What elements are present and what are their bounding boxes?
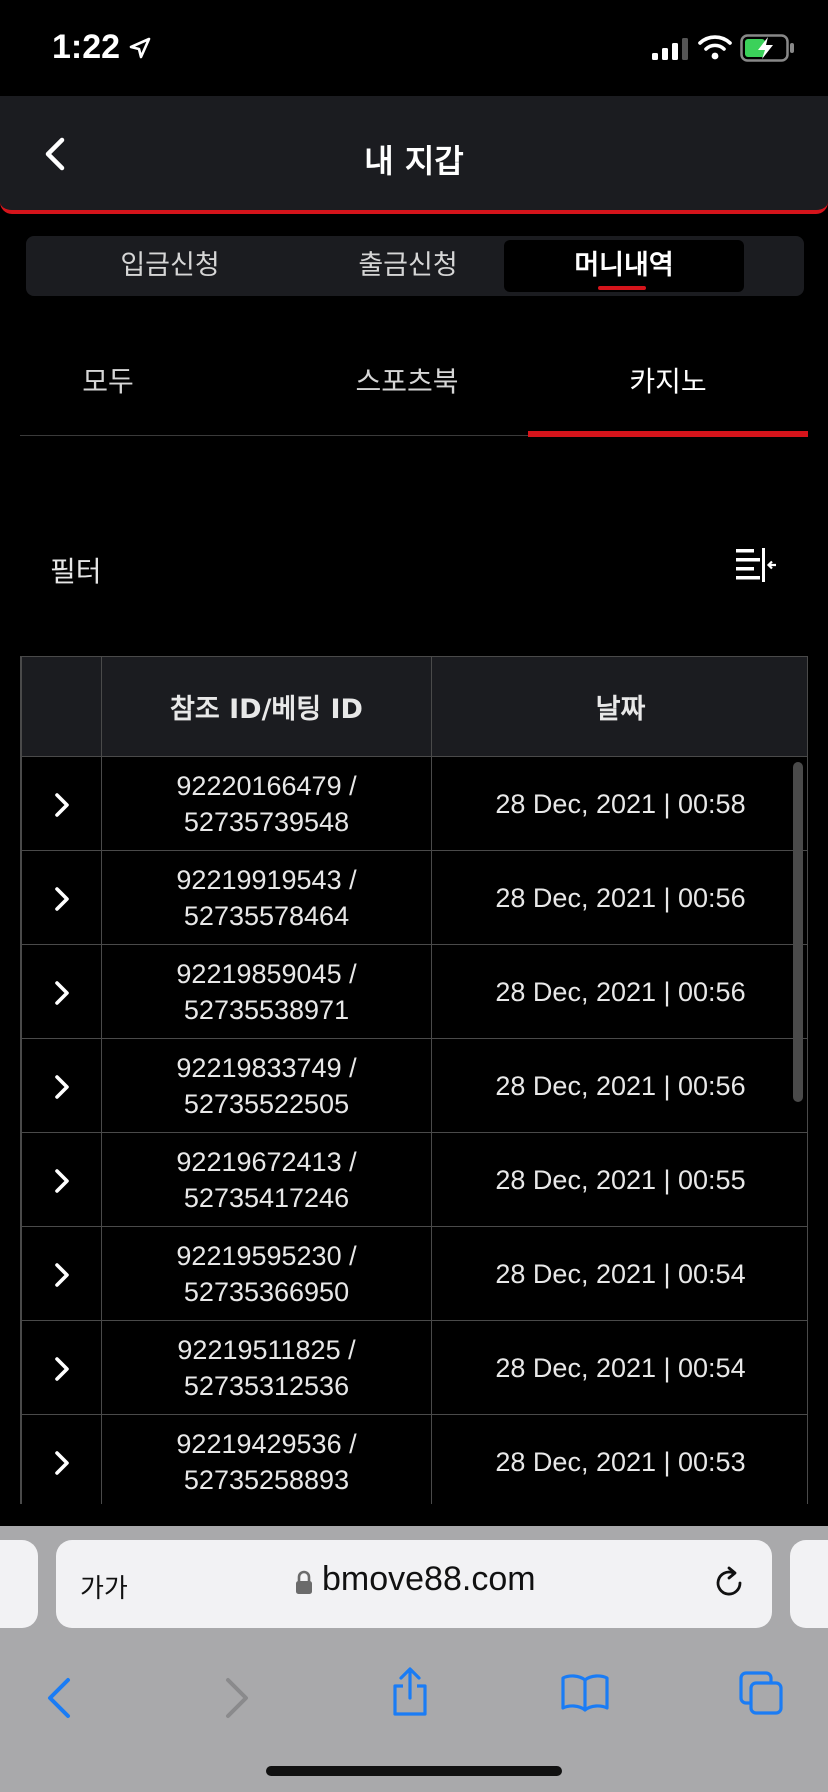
chevron-right-icon[interactable] [52, 790, 72, 820]
tab-deposit-request[interactable]: 입금신청 [50, 240, 290, 292]
ref-bet-id-cell: 92219511825 / 52735312536 [101, 1320, 432, 1415]
table-header-row: 참조 ID/베팅 ID 날짜 [21, 656, 807, 757]
app-header: 내 지갑 [0, 96, 828, 214]
bet-id: 52735258893 [183, 1464, 350, 1495]
text-size-button[interactable]: 가가 [80, 1568, 128, 1605]
history-table: 참조 ID/베팅 ID 날짜 92220166479 / 52735739548 2… [21, 656, 807, 1504]
date-cell: 28 Dec, 2021 | 00:54 [431, 1320, 807, 1415]
share-icon[interactable] [390, 1666, 430, 1718]
url-text: bmove88.com [322, 1560, 536, 1598]
table-row[interactable]: 92219511825 / 52735312536 28 Dec, 2021 | 0… [21, 1320, 807, 1415]
bet-id: 52735739548 [183, 806, 350, 837]
ref-id: 92219429536 / [176, 1428, 357, 1459]
tab-money-history-label: 머니내역 [574, 250, 674, 281]
tab-sportsbook[interactable]: 스포츠북 [276, 360, 538, 400]
wifi-icon [698, 35, 732, 60]
chevron-right-icon[interactable] [52, 978, 72, 1008]
address-bar[interactable]: 가가 bmove88.com [56, 1540, 772, 1628]
reload-icon[interactable] [710, 1564, 748, 1602]
column-header-date: 날짜 [431, 656, 807, 757]
bet-id: 52735578464 [183, 900, 350, 931]
status-bar: 1:22 [0, 0, 828, 96]
date-cell: 28 Dec, 2021 | 00:58 [431, 756, 807, 851]
bet-id: 52735538971 [183, 994, 350, 1025]
bet-id: 52735417246 [183, 1182, 350, 1213]
tabs-icon[interactable] [738, 1670, 784, 1716]
location-arrow-icon [129, 37, 151, 59]
chevron-right-icon[interactable] [52, 1354, 72, 1384]
previous-tab-peek[interactable] [0, 1540, 38, 1628]
table-row[interactable]: 92219429536 / 52735258893 28 Dec, 2021 | 0… [21, 1414, 807, 1504]
ref-bet-id-cell: 92219919543 / 52735578464 [101, 850, 432, 945]
ref-id: 92219595230 / [176, 1240, 357, 1271]
active-subtab-indicator [528, 431, 808, 437]
row-expand-cell[interactable] [21, 1038, 102, 1133]
table-row[interactable]: 92219833749 / 52735522505 28 Dec, 2021 | 0… [21, 1038, 807, 1133]
table-row[interactable]: 92220166479 / 52735739548 28 Dec, 2021 | 0… [21, 756, 807, 851]
tab-money-history[interactable]: 머니내역 [504, 240, 744, 292]
ref-id: 92219833749 / [176, 1052, 357, 1083]
active-tab-indicator [598, 286, 646, 290]
chevron-right-icon[interactable] [52, 1072, 72, 1102]
ref-bet-id-cell: 92219672413 / 52735417246 [101, 1132, 432, 1227]
row-expand-cell[interactable] [21, 756, 102, 851]
bet-id: 52735312536 [183, 1370, 350, 1401]
ref-id: 92220166479 / [176, 770, 357, 801]
browser-nav-row [0, 1656, 828, 1746]
home-indicator[interactable] [266, 1766, 562, 1776]
next-tab-peek[interactable] [790, 1540, 828, 1628]
filter-collapse-icon[interactable] [734, 546, 778, 584]
cellular-signal-icon [652, 38, 688, 60]
ref-bet-id-cell: 92219429536 / 52735258893 [101, 1414, 432, 1504]
browser-toolbar: 가가 bmove88.com [0, 1526, 828, 1792]
date-cell: 28 Dec, 2021 | 00:53 [431, 1414, 807, 1504]
date-cell: 28 Dec, 2021 | 00:55 [431, 1132, 807, 1227]
page-title: 내 지갑 [364, 142, 464, 180]
ref-id: 92219511825 / [177, 1334, 356, 1365]
row-expand-cell[interactable] [21, 944, 102, 1039]
battery-charging-icon [740, 34, 794, 62]
chevron-right-icon[interactable] [52, 1166, 72, 1196]
row-expand-cell[interactable] [21, 1320, 102, 1415]
bet-id: 52735366950 [183, 1276, 350, 1307]
date-cell: 28 Dec, 2021 | 00:56 [431, 944, 807, 1039]
chevron-right-icon[interactable] [52, 1448, 72, 1478]
browser-forward-icon[interactable] [222, 1676, 252, 1720]
ref-bet-id-cell: 92219595230 / 52735366950 [101, 1226, 432, 1321]
ref-bet-id-cell: 92220166479 / 52735739548 [101, 756, 432, 851]
date-cell: 28 Dec, 2021 | 00:54 [431, 1226, 807, 1321]
table-row[interactable]: 92219672413 / 52735417246 28 Dec, 2021 | 0… [21, 1132, 807, 1227]
wallet-tab-bar: 입금신청 출금신청 머니내역 [26, 236, 804, 296]
date-cell: 28 Dec, 2021 | 00:56 [431, 1038, 807, 1133]
chevron-right-icon[interactable] [52, 1260, 72, 1290]
row-expand-cell[interactable] [21, 1132, 102, 1227]
category-tab-bar: 모두 스포츠북 카지노 [20, 330, 808, 437]
browser-back-icon[interactable] [44, 1676, 74, 1720]
chevron-right-icon[interactable] [52, 884, 72, 914]
row-expand-cell[interactable] [21, 1414, 102, 1504]
status-time: 1:22 [52, 28, 121, 66]
tab-casino[interactable]: 카지노 [528, 360, 808, 400]
row-expand-cell[interactable] [21, 1226, 102, 1321]
table-row[interactable]: 92219595230 / 52735366950 28 Dec, 2021 | 0… [21, 1226, 807, 1321]
ref-bet-id-cell: 92219833749 / 52735522505 [101, 1038, 432, 1133]
bookmarks-icon[interactable] [560, 1672, 610, 1712]
row-expand-cell[interactable] [21, 850, 102, 945]
ref-id: 92219859045 / [176, 958, 357, 989]
bet-id: 52735522505 [183, 1088, 350, 1119]
date-cell: 28 Dec, 2021 | 00:56 [431, 850, 807, 945]
ref-id: 92219672413 / [176, 1146, 357, 1177]
table-scrollbar[interactable] [793, 762, 803, 1102]
ref-bet-id-cell: 92219859045 / 52735538971 [101, 944, 432, 1039]
lock-icon [296, 1570, 312, 1594]
table-row[interactable]: 92219859045 / 52735538971 28 Dec, 2021 | 0… [21, 944, 807, 1039]
column-header-expand [21, 656, 102, 757]
filter-label: 필터 [50, 555, 102, 588]
tab-all[interactable]: 모두 [20, 360, 196, 400]
history-table-container[interactable]: 참조 ID/베팅 ID 날짜 92220166479 / 52735739548 2… [20, 656, 808, 1504]
tab-withdraw-request[interactable]: 출금신청 [288, 240, 528, 292]
column-header-ref-bet-id: 참조 ID/베팅 ID [101, 656, 432, 757]
table-row[interactable]: 92219919543 / 52735578464 28 Dec, 2021 | 0… [21, 850, 807, 945]
ref-id: 92219919543 / [176, 864, 357, 895]
